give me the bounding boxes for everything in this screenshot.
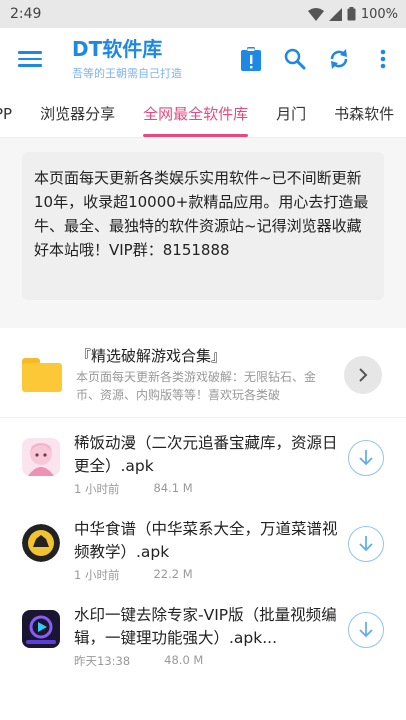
tab-pp[interactable]: PP <box>0 90 26 137</box>
content-area: 本页面每天更新各类娱乐实用软件~已不间断更新10年，收录超10000+款精品应用… <box>0 138 406 676</box>
list-item[interactable]: 中华食谱（中华菜系大全，万道菜谱视频教学）.apk 1 小时前 22.2 M <box>0 504 406 590</box>
app-size: 22.2 M <box>153 567 193 581</box>
download-icon[interactable] <box>348 612 384 648</box>
app-name: 中华食谱（中华菜系大全，万道菜谱视频教学）.apk <box>74 520 338 561</box>
app-title: DT软件库 <box>72 37 163 61</box>
status-icons: 100% <box>307 6 398 22</box>
app-bar: DT软件库 吾等的王朝需自己打造 <box>0 28 406 90</box>
download-icon[interactable] <box>348 440 384 476</box>
tab-yuemen[interactable]: 月门 <box>262 90 320 137</box>
battery-icon <box>347 7 356 21</box>
list-item[interactable]: 稀饭动漫（二次元追番宝藏库，资源日更全）.apk 1 小时前 84.1 M <box>0 418 406 504</box>
category-tabs: PP 浏览器分享 全网最全软件库 月门 书森软件 <box>0 90 406 138</box>
download-icon[interactable] <box>348 526 384 562</box>
refresh-icon[interactable] <box>326 46 352 72</box>
more-vert-icon[interactable] <box>370 46 396 72</box>
app-time: 昨天13:38 <box>74 654 131 668</box>
recipe-app-icon <box>22 524 60 562</box>
clipboard-alert-icon[interactable] <box>238 46 264 72</box>
menu-icon[interactable] <box>18 47 42 71</box>
app-size: 84.1 M <box>153 481 193 495</box>
watermark-app-icon <box>22 610 60 648</box>
anime-app-icon <box>22 438 60 476</box>
app-name: 稀饭动漫（二次元追番宝藏库，资源日更全）.apk <box>74 434 338 475</box>
collection-title: 『精选破解游戏合集』 <box>76 346 227 365</box>
file-list: 『精选破解游戏合集』 本页面每天更新各类游戏破解：无限钻石、金币、资源、内购版等… <box>0 328 406 676</box>
title-block: DT软件库 吾等的王朝需自己打造 <box>72 37 238 81</box>
folder-icon <box>22 357 62 392</box>
collection-item[interactable]: 『精选破解游戏合集』 本页面每天更新各类游戏破解：无限钻石、金币、资源、内购版等… <box>0 328 406 418</box>
chevron-right-icon[interactable] <box>344 355 382 394</box>
action-icons <box>238 46 396 72</box>
signal-icon <box>328 7 342 21</box>
app-size: 48.0 M <box>164 653 204 667</box>
tab-software-library[interactable]: 全网最全软件库 <box>129 90 262 137</box>
search-icon[interactable] <box>282 46 308 72</box>
tab-browser-share[interactable]: 浏览器分享 <box>26 90 129 137</box>
status-time: 2:49 <box>10 6 42 22</box>
app-name: 水印一键去除专家-VIP版（批量视频编辑，一键理功能强大）.apk... <box>74 606 337 647</box>
collection-desc: 本页面每天更新各类游戏破解：无限钻石、金币、资源、内购版等等！喜欢玩各类破 <box>76 369 317 402</box>
battery-level: 100% <box>360 6 398 22</box>
list-item[interactable]: 水印一键去除专家-VIP版（批量视频编辑，一键理功能强大）.apk... 昨天1… <box>0 590 406 676</box>
app-time: 1 小时前 <box>74 568 120 582</box>
status-bar: 2:49 100% <box>0 0 406 28</box>
wifi-icon <box>307 7 324 21</box>
notice-text: 本页面每天更新各类娱乐实用软件~已不间断更新10年，收录超10000+款精品应用… <box>22 152 384 300</box>
tab-shusen[interactable]: 书森软件 <box>320 90 406 137</box>
app-subtitle: 吾等的王朝需自己打造 <box>72 67 182 80</box>
app-time: 1 小时前 <box>74 482 120 496</box>
